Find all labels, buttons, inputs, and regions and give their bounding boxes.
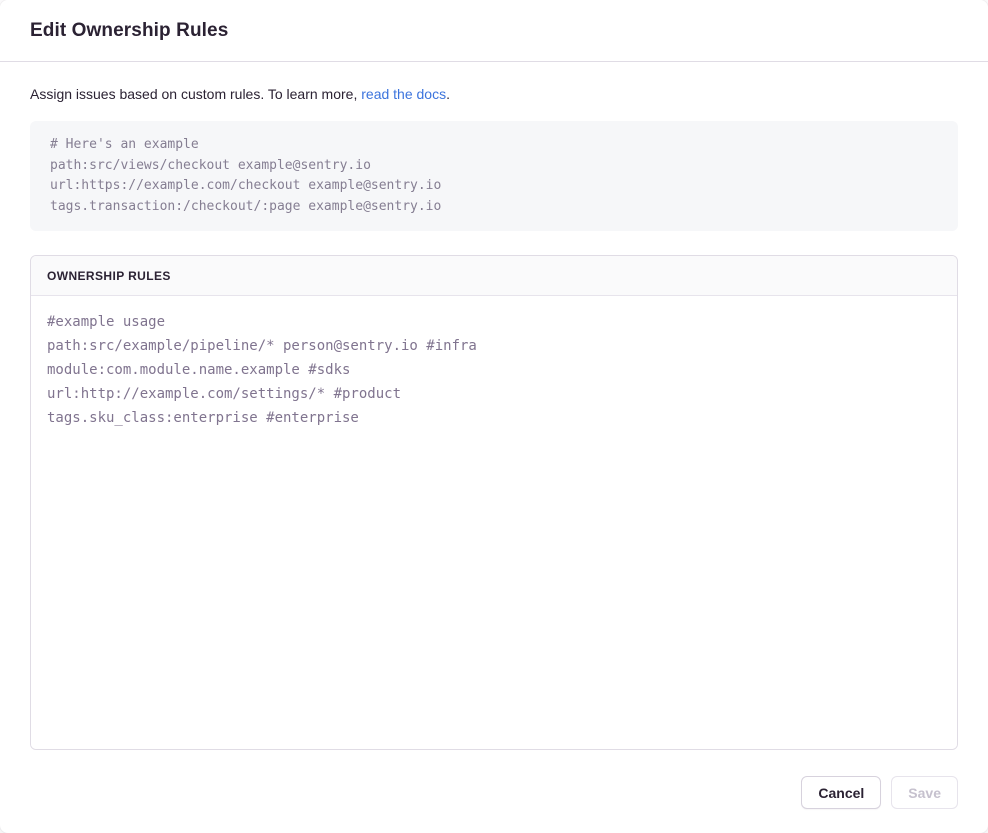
- description-text: Assign issues based on custom rules. To …: [30, 86, 958, 103]
- cancel-button[interactable]: Cancel: [801, 776, 881, 809]
- page-title: Edit Ownership Rules: [30, 20, 228, 42]
- edit-ownership-rules-modal: Edit Ownership Rules Assign issues based…: [0, 0, 988, 833]
- read-the-docs-link[interactable]: read the docs: [361, 86, 446, 102]
- ownership-rules-textarea[interactable]: #example usage path:src/example/pipeline…: [31, 296, 957, 749]
- modal-body: Assign issues based on custom rules. To …: [0, 62, 988, 750]
- description-after-link: .: [446, 86, 450, 102]
- ownership-rules-panel-header: OWNERSHIP RULES: [31, 256, 957, 296]
- modal-footer: Cancel Save: [0, 750, 988, 833]
- save-button[interactable]: Save: [891, 776, 958, 809]
- modal-header: Edit Ownership Rules: [0, 0, 988, 62]
- example-code-block: # Here's an example path:src/views/check…: [30, 121, 958, 231]
- description-before-link: Assign issues based on custom rules. To …: [30, 86, 361, 102]
- ownership-rules-panel: OWNERSHIP RULES #example usage path:src/…: [30, 255, 958, 750]
